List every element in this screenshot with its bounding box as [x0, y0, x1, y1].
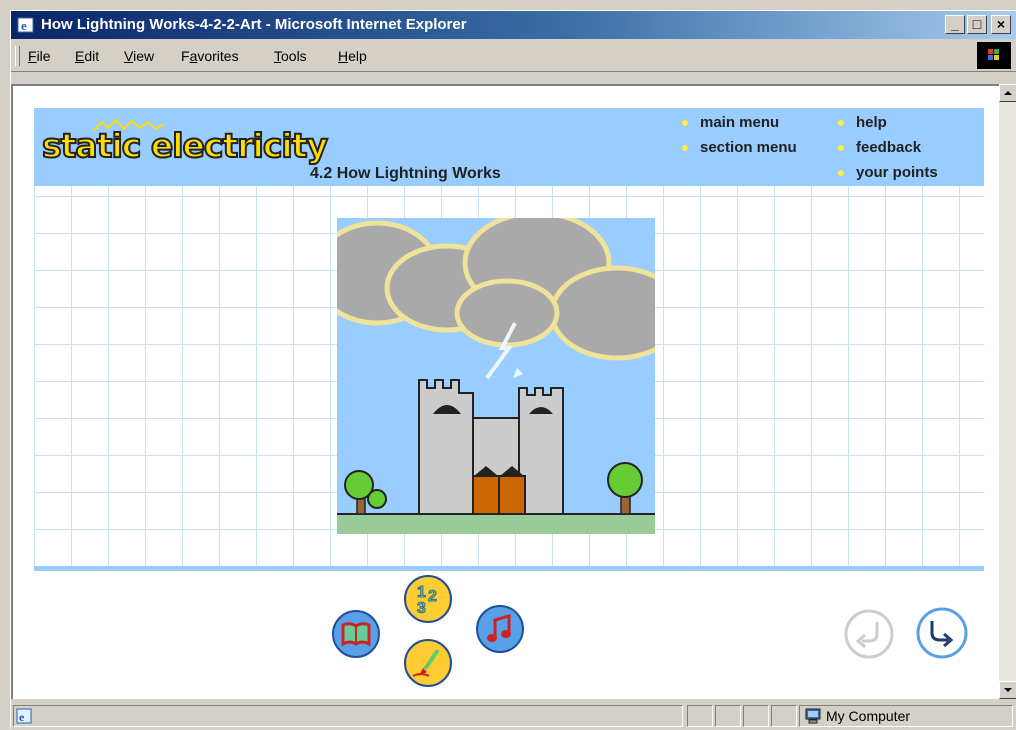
- status-panel: [743, 705, 769, 727]
- bullet-icon: [682, 120, 688, 126]
- static-electricity-logo: static electricity: [41, 125, 329, 166]
- menu-bar: File Edit View Favorites Tools Help: [11, 41, 1016, 72]
- menu-favorites-label: Favorites: [181, 48, 239, 64]
- vertical-scrollbar[interactable]: [999, 84, 1016, 699]
- close-button[interactable]: ×: [991, 15, 1011, 34]
- status-panel: [771, 705, 797, 727]
- your-points-link[interactable]: your points: [838, 164, 938, 181]
- numbers-icon[interactable]: 1 2 3: [403, 574, 453, 624]
- menu-file-label: File: [28, 48, 51, 64]
- bullet-icon: [838, 120, 844, 126]
- number-glyph: 1: [417, 584, 426, 601]
- help-link[interactable]: help: [838, 114, 887, 131]
- security-zone-panel: My Computer: [799, 705, 1013, 727]
- page-viewport[interactable]: static electricity 4.2 How Lightning Wor…: [11, 84, 999, 699]
- feedback-link[interactable]: feedback: [838, 139, 921, 156]
- svg-text:e: e: [21, 18, 27, 33]
- help-label: help: [856, 114, 887, 131]
- number-glyph: 3: [417, 600, 426, 617]
- scroll-down-button[interactable]: [999, 681, 1016, 699]
- forward-arrow-icon[interactable]: [915, 606, 969, 660]
- title-bar[interactable]: e How Lightning Works-4-2-2-Art - Micros…: [11, 11, 1016, 39]
- status-text-panel: e: [13, 705, 683, 727]
- internet-explorer-icon: e: [17, 17, 34, 33]
- bullet-icon: [838, 145, 844, 151]
- back-arrow-icon[interactable]: [843, 608, 895, 660]
- your-points-label: your points: [856, 164, 938, 181]
- arrow-up-icon: [1004, 91, 1012, 95]
- arrow-down-icon: [1004, 688, 1012, 692]
- minimize-button[interactable]: _: [945, 15, 965, 34]
- content-divider: [34, 566, 984, 571]
- browser-window: e How Lightning Works-4-2-2-Art - Micros…: [10, 10, 1016, 730]
- page-status-icon: e: [16, 708, 32, 724]
- status-panel: [715, 705, 741, 727]
- menu-help[interactable]: Help: [338, 48, 367, 64]
- status-bar: e My Computer: [11, 701, 1016, 730]
- menu-favorites[interactable]: Favorites: [181, 48, 239, 64]
- menu-help-label: Help: [338, 48, 367, 64]
- zone-label: My Computer: [826, 708, 911, 724]
- lightning-castle-illustration: [337, 218, 655, 534]
- menu-view-label: View: [124, 48, 155, 64]
- feedback-label: feedback: [856, 139, 922, 156]
- main-menu-label: main menu: [700, 114, 780, 131]
- page-header: static electricity 4.2 How Lightning Wor…: [34, 108, 984, 186]
- maximize-button[interactable]: □: [967, 15, 987, 34]
- menu-view[interactable]: View: [124, 48, 154, 64]
- paintbrush-icon[interactable]: [403, 638, 453, 688]
- bullet-icon: [682, 145, 688, 151]
- scroll-up-button[interactable]: [999, 84, 1016, 102]
- section-menu-link[interactable]: section menu: [682, 139, 797, 156]
- menu-edit[interactable]: Edit: [75, 48, 99, 64]
- menu-tools[interactable]: Tools: [274, 48, 307, 64]
- page-title: 4.2 How Lightning Works: [310, 165, 501, 182]
- bullet-icon: [838, 170, 844, 176]
- window-title: How Lightning Works-4-2-2-Art - Microsof…: [41, 16, 467, 33]
- windows-logo-icon: [977, 42, 1011, 69]
- menu-grip: [15, 46, 20, 66]
- book-icon[interactable]: [331, 609, 381, 659]
- main-menu-link[interactable]: main menu: [682, 114, 779, 131]
- section-menu-label: section menu: [700, 139, 797, 156]
- number-glyph: 2: [428, 588, 437, 605]
- svg-text:e: e: [19, 710, 25, 724]
- menu-tools-label: Tools: [274, 48, 307, 64]
- menu-file[interactable]: File: [28, 48, 51, 64]
- menu-edit-label: Edit: [75, 48, 100, 64]
- status-panel: [687, 705, 713, 727]
- music-note-icon[interactable]: [475, 604, 525, 654]
- computer-icon: [805, 708, 821, 724]
